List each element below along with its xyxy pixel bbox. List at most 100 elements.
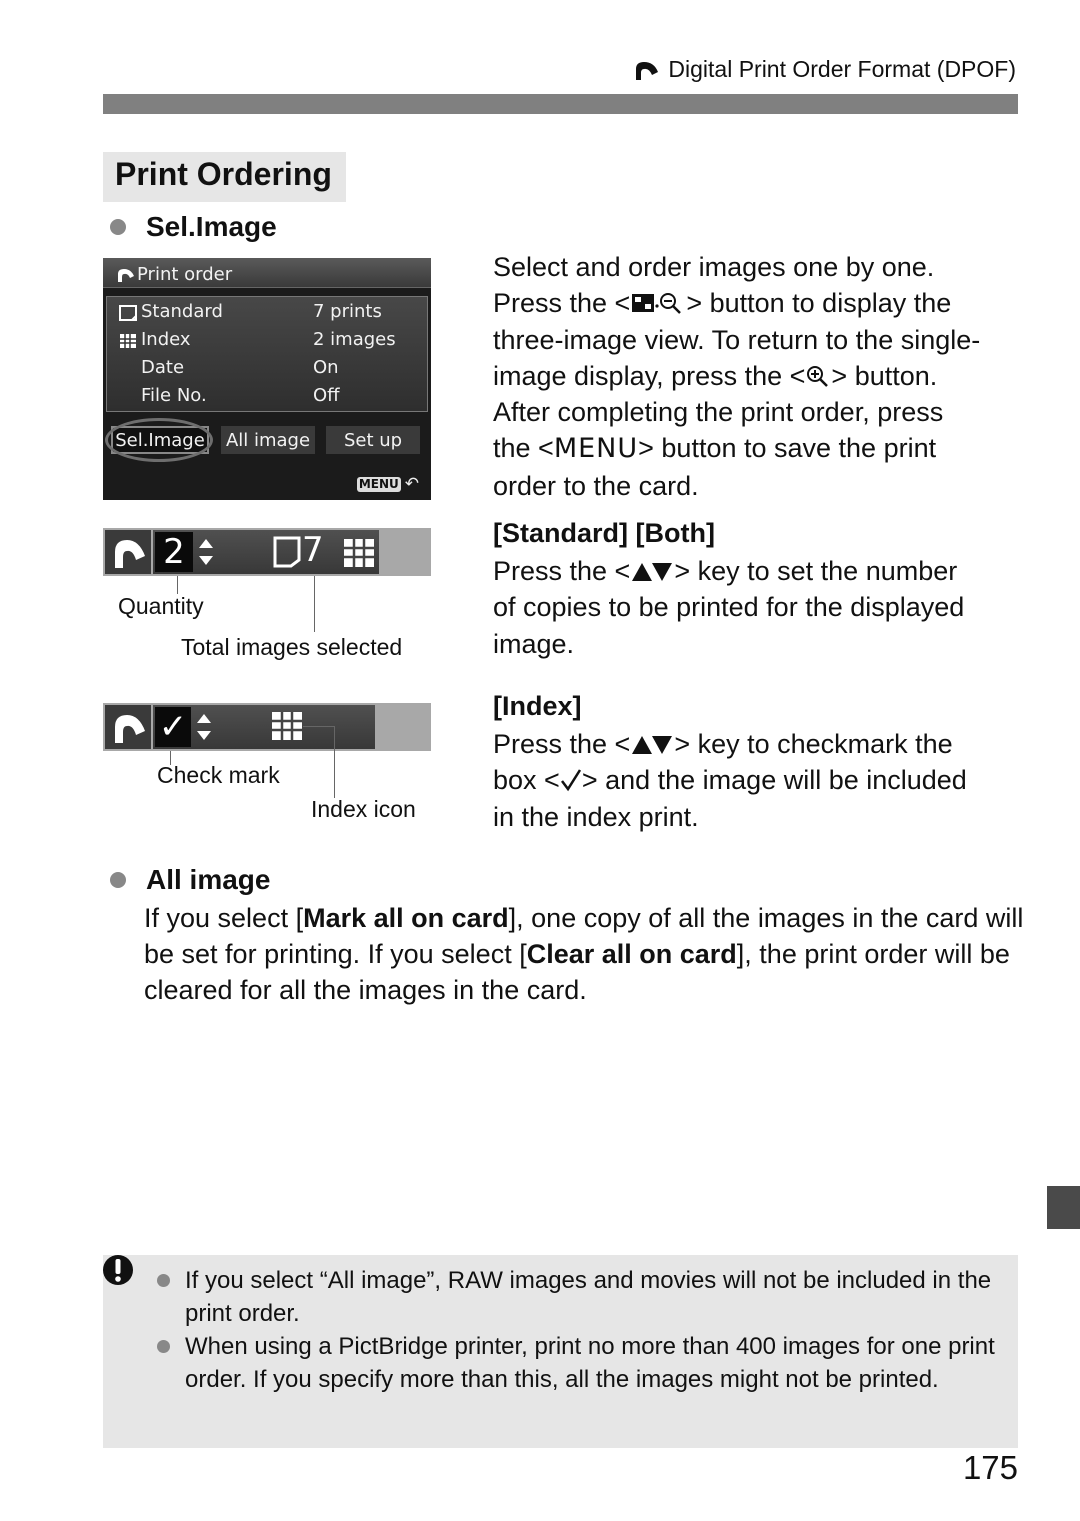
- selection-highlight-oval: [105, 418, 213, 462]
- up-down-key-icon: [632, 563, 673, 581]
- caution-icon: [103, 1255, 133, 1285]
- running-header: Digital Print Order Format (DPOF): [634, 56, 1016, 83]
- index-text: Press the < > key to checkmark the box < >…: [493, 726, 1033, 835]
- text-line: three-image view. To return to the singl…: [493, 324, 981, 355]
- text-run: Press the <: [493, 288, 631, 319]
- text-line: Press the < > button to display the: [493, 285, 1033, 321]
- quantity-value[interactable]: 2: [155, 532, 193, 572]
- text-line: the <MENU> button to save the print: [493, 430, 1033, 467]
- index-icon: [272, 712, 302, 740]
- text-run: box <: [493, 765, 560, 796]
- clear-all-on-card-term: Clear all on card: [526, 939, 737, 969]
- lcd-row-value: 7 prints: [313, 301, 382, 322]
- text-run: > key to checkmark the: [674, 729, 953, 759]
- index-print-icon: [120, 334, 136, 348]
- text-run: > button to save the print: [638, 433, 937, 464]
- text-run: the <: [493, 433, 554, 464]
- bullet-icon: [157, 1340, 170, 1353]
- lcd-title: Print order: [137, 264, 233, 285]
- magnify-button-icon: [807, 365, 829, 387]
- running-title: Digital Print Order Format (DPOF): [668, 56, 1016, 82]
- text-run: If you select [: [144, 903, 304, 933]
- all-image-text: If you select [Mark all on card], one co…: [144, 900, 1024, 1008]
- text-line: Press the < > key to set the number: [493, 553, 1033, 589]
- print-order-icon: [636, 61, 659, 80]
- callout-line: [314, 576, 315, 632]
- text-run: > and the image will be included: [581, 765, 967, 796]
- lcd-settings-panel: Standard 7 prints Index 2 images Date On…: [106, 296, 428, 412]
- sel-image-heading-text: Sel.Image: [146, 211, 277, 242]
- bullet-icon: [110, 872, 126, 888]
- text-line: image.: [493, 628, 575, 659]
- check-mark-callout: Check mark: [157, 762, 280, 788]
- lcd-row-value: On: [313, 357, 339, 378]
- caution-item: If you select “All image”, RAW images an…: [157, 1264, 1005, 1330]
- section-title: Print Ordering: [103, 152, 346, 202]
- text-line: image display, press the < > button.: [493, 358, 1033, 394]
- print-order-icon: [105, 530, 151, 574]
- text-run: > button to display the: [686, 288, 952, 319]
- text-line: Press the < > key to checkmark the: [493, 726, 1033, 762]
- sel-image-description: Select and order images one by one. Pres…: [493, 249, 1033, 504]
- text-line: in the index print.: [493, 801, 699, 832]
- text-line: box < > and the image will be included: [493, 762, 1033, 798]
- sel-image-heading: Sel.Image: [110, 211, 277, 243]
- text-run: Press the <: [493, 729, 631, 759]
- standard-both-heading: [Standard] [Both]: [493, 518, 715, 548]
- all-image-heading: All image: [110, 864, 270, 896]
- lcd-row-label: File No.: [141, 385, 207, 406]
- standard-print-icon: [119, 305, 137, 321]
- text-line: After completing the print order, press: [493, 397, 944, 428]
- index-icon: [344, 539, 374, 567]
- lcd-row-date[interactable]: Date On: [107, 355, 427, 383]
- return-icon: ↶: [404, 474, 419, 494]
- total-images-value: 7: [302, 530, 324, 570]
- lcd-menu-return[interactable]: MENU ↶: [356, 474, 419, 494]
- callout-line: [334, 726, 335, 798]
- lcd-row-label: Date: [141, 357, 185, 378]
- mark-all-on-card-term: Mark all on card: [303, 903, 509, 933]
- text-run: > button.: [831, 360, 938, 391]
- lcd-row-label: Standard: [141, 301, 223, 322]
- caution-item: When using a PictBridge printer, print n…: [157, 1330, 1005, 1396]
- check-mark-box[interactable]: ✓: [155, 707, 191, 747]
- quantity-callout: Quantity: [118, 593, 204, 619]
- bullet-icon: [110, 219, 126, 235]
- print-order-icon: [105, 705, 151, 749]
- menu-button-icon: MENU: [356, 476, 401, 492]
- header-rule: [103, 94, 1018, 114]
- page-number: 175: [962, 1449, 1018, 1486]
- up-down-arrows-icon: [199, 539, 213, 565]
- camera-lcd-print-order: Print order Standard 7 prints Index 2 im…: [103, 258, 431, 500]
- lcd-set-up-button[interactable]: Set up: [326, 426, 420, 454]
- total-images-callout: Total images selected: [181, 634, 403, 660]
- text-line: Select and order images one by one.: [493, 252, 935, 282]
- print-order-icon: [118, 268, 134, 282]
- callout-line: [303, 726, 334, 727]
- lcd-all-image-button[interactable]: All image: [221, 426, 315, 454]
- text-run: > key to set the number: [674, 556, 958, 586]
- text-line: order to the card.: [493, 470, 699, 501]
- lcd-row-index[interactable]: Index 2 images: [107, 327, 427, 355]
- check-mark-icon: [560, 769, 581, 792]
- text-run: image display, press the <: [493, 360, 806, 391]
- lcd-title-bar: Print order: [103, 258, 431, 288]
- index-check-strip: ✓: [103, 703, 431, 751]
- standard-quantity-strip: 2 7: [103, 528, 431, 576]
- lcd-row-standard[interactable]: Standard 7 prints: [107, 299, 427, 327]
- caution-text: If you select “All image”, RAW images an…: [185, 1267, 992, 1327]
- bullet-icon: [157, 1274, 170, 1287]
- index-heading: [Index]: [493, 691, 582, 721]
- caution-text: When using a PictBridge printer, print n…: [185, 1333, 995, 1393]
- menu-button-label: MENU: [553, 433, 639, 465]
- standard-print-icon: [273, 536, 301, 568]
- caution-box: If you select “All image”, RAW images an…: [103, 1255, 1018, 1448]
- lcd-row-label: Index: [141, 329, 191, 350]
- lcd-row-file-no[interactable]: File No. Off: [107, 383, 427, 411]
- index-icon-callout: Index icon: [311, 796, 416, 822]
- index-magnify-button-icon: [632, 293, 682, 315]
- standard-both-text: Press the < > key to set the number of co…: [493, 553, 1033, 662]
- all-image-heading-text: All image: [146, 864, 271, 895]
- up-down-arrows-icon: [197, 714, 211, 740]
- text-run: Press the <: [493, 556, 631, 586]
